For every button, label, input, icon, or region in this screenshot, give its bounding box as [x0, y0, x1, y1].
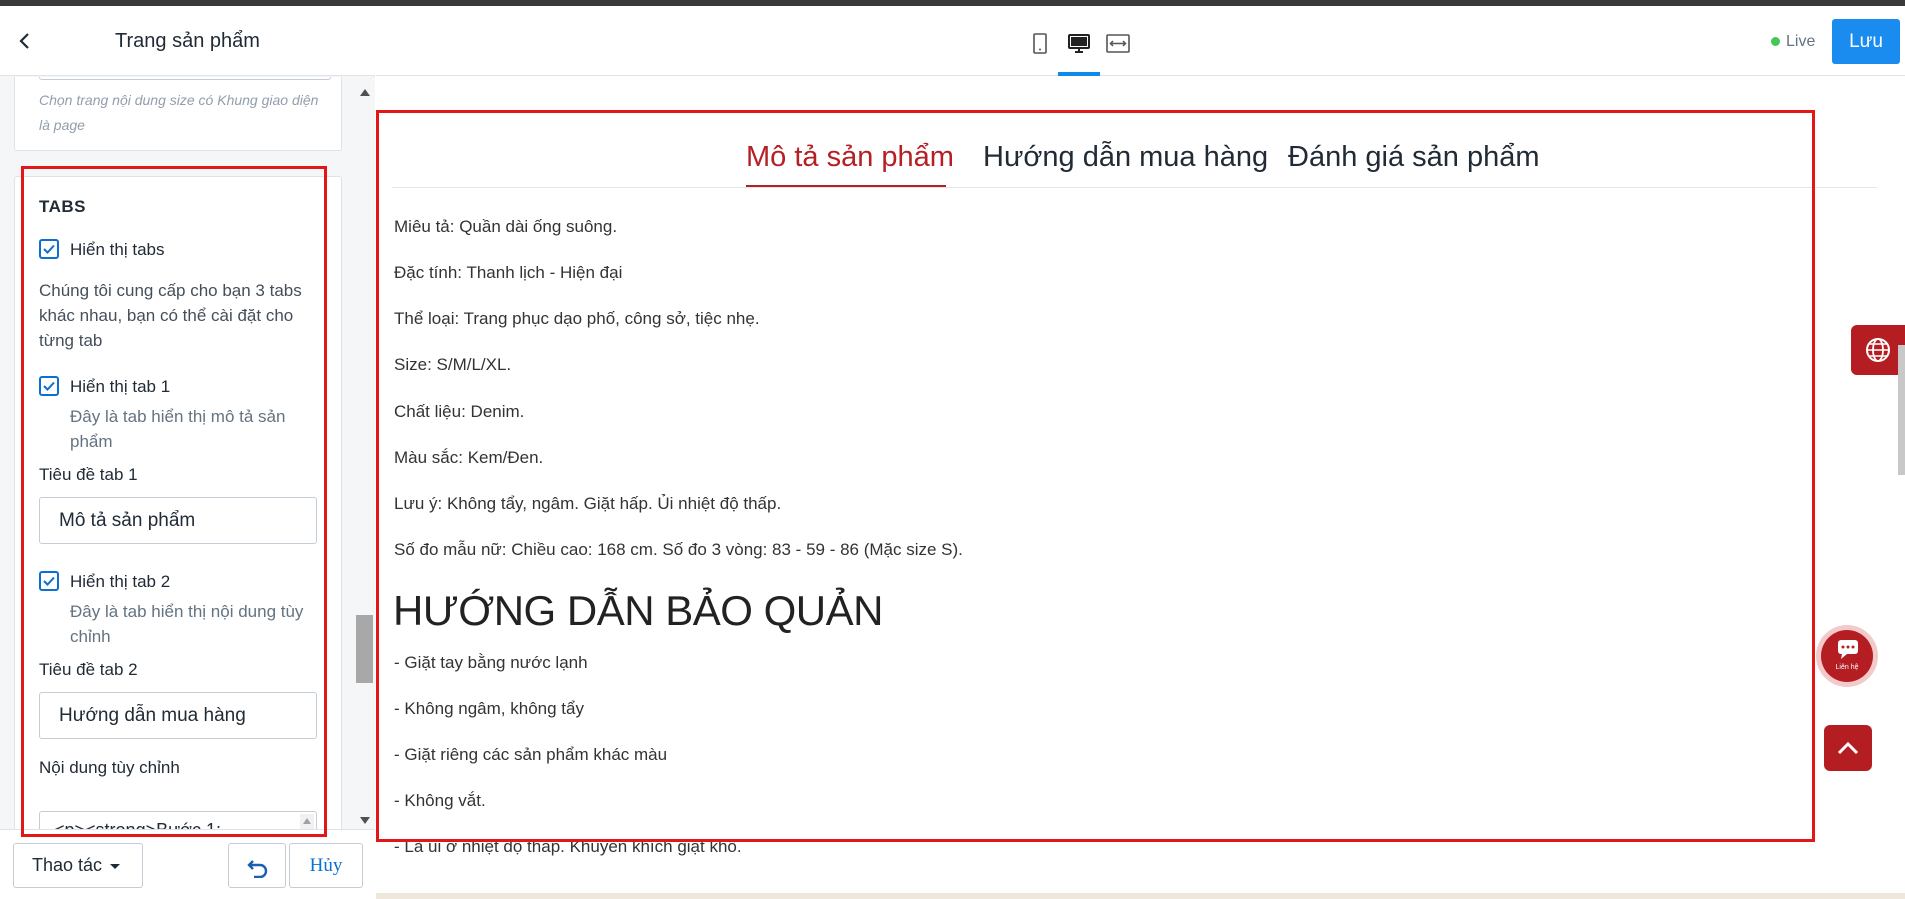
globe-icon: [1866, 338, 1890, 362]
show-tab1-checkbox[interactable]: [39, 376, 59, 396]
product-detail-line: Màu sắc: Kem/Đen.: [394, 448, 544, 467]
tab-purchase-guide[interactable]: Hướng dẫn mua hàng: [983, 141, 1268, 174]
settings-sidebar: Trang sản phẩm Chọn trang nội dung size …: [0, 6, 375, 899]
cancel-button[interactable]: Hủy: [289, 843, 363, 888]
care-item: - Là ủi ở nhiệt độ thấp. Khuyến khích gi…: [394, 837, 742, 856]
sidebar-footer: Thao tác Hủy: [0, 829, 375, 899]
checkmark-icon: [43, 381, 55, 391]
care-item: - Không vắt.: [394, 791, 486, 810]
care-instructions-heading: HƯỚNG DẪN BẢO QUẢN: [393, 587, 883, 634]
desktop-icon[interactable]: [1066, 32, 1092, 56]
tab-product-description[interactable]: Mô tả sản phẩm: [746, 141, 954, 174]
save-button[interactable]: Lưu: [1832, 19, 1900, 64]
scrollbar-thumb[interactable]: [356, 615, 373, 683]
scroll-up-arrow-icon[interactable]: [360, 89, 370, 96]
tab2-content-label: Nội dung tùy chỉnh: [39, 758, 180, 777]
contact-chat-label: Liên hệ: [1835, 664, 1859, 671]
tab2-content-textarea[interactable]: <p><strong>Bước 1:: [39, 811, 317, 829]
care-item: - Không ngâm, không tẩy: [394, 699, 584, 718]
product-detail-line: Số đo mẫu nữ: Chiều cao: 168 cm. Số đo 3…: [394, 540, 963, 559]
active-device-indicator: [1058, 72, 1100, 76]
language-button[interactable]: [1851, 325, 1905, 375]
checkmark-icon: [43, 244, 55, 254]
sidebar-scroll-area: Chọn trang nội dung size có Khung giao d…: [0, 77, 375, 829]
sidebar-scrollbar[interactable]: [354, 77, 375, 829]
actions-label: Thao tác: [32, 855, 103, 875]
tabs-description: Chúng tôi cung cấp cho bạn 3 tabs khác n…: [39, 281, 302, 350]
live-status-dot: [1771, 37, 1780, 46]
scroll-down-arrow-icon[interactable]: [360, 817, 370, 824]
live-status-label: Live: [1786, 33, 1816, 50]
preview-bottom-edge: [376, 893, 1905, 899]
sidebar-header: Trang sản phẩm: [0, 6, 375, 76]
caret-down-icon: [110, 864, 120, 869]
show-tab2-label: Hiển thị tab 2: [70, 572, 171, 591]
tab2-help-text: Đây là tab hiển thị nội dung tùy chỉnh: [70, 602, 304, 646]
product-detail-line: Size: S/M/L/XL.: [394, 355, 512, 374]
tab2-title-label: Tiêu đề tab 2: [39, 660, 138, 679]
undo-button[interactable]: [228, 843, 286, 888]
tab2-title-input[interactable]: Hướng dẫn mua hàng: [39, 692, 317, 739]
fullwidth-icon[interactable]: [1105, 32, 1131, 56]
chat-bubble-icon: [1838, 640, 1858, 659]
actions-dropdown-button[interactable]: Thao tác: [13, 843, 143, 888]
tabs-section-title: TABS: [39, 197, 87, 216]
size-page-select[interactable]: [39, 77, 331, 80]
product-detail-line: Thể loại: Trang phục dạo phố, công sở, t…: [394, 309, 760, 328]
product-detail-line: Chất liệu: Denim.: [394, 402, 525, 421]
preview-scrollbar[interactable]: [1898, 345, 1905, 475]
page-preview: Mô tả sản phẩm Hướng dẫn mua hàng Đánh g…: [376, 77, 1905, 899]
sidebar-title: Trang sản phẩm: [115, 30, 260, 52]
chevron-up-icon: [1837, 741, 1859, 755]
size-page-hint: Chọn trang nội dung size có Khung giao d…: [39, 92, 319, 133]
editor-topbar: Live Lưu: [376, 6, 1905, 76]
mobile-icon[interactable]: [1027, 32, 1053, 56]
product-detail-line: Miêu tả: Quần dài ống suông.: [394, 217, 618, 236]
show-tab1-label: Hiển thị tab 1: [70, 377, 171, 396]
tab1-title-label: Tiêu đề tab 1: [39, 465, 138, 484]
undo-icon: [247, 860, 268, 878]
tab-product-reviews[interactable]: Đánh giá sản phẩm: [1288, 141, 1540, 174]
show-tabs-checkbox[interactable]: [39, 239, 59, 259]
tabs-settings-card: TABS Hiển thị tabs Chúng tôi cung cấp ch…: [14, 176, 342, 829]
care-item: - Giặt riêng các sản phẩm khác màu: [394, 745, 668, 764]
tab2-content-value: <p><strong>Bước 1:: [54, 820, 221, 829]
tab1-help-text: Đây là tab hiển thị mô tả sản phẩm: [70, 407, 286, 451]
tab1-title-input[interactable]: Mô tả sản phẩm: [39, 497, 317, 544]
contact-chat-button[interactable]: Liên hệ: [1816, 625, 1878, 687]
textarea-scrollbar[interactable]: [300, 814, 314, 829]
care-item: - Giặt tay bằng nước lạnh: [394, 653, 588, 672]
checkmark-icon: [43, 576, 55, 586]
back-to-top-button[interactable]: [1824, 725, 1872, 771]
tabs-divider: [392, 187, 1877, 188]
product-detail-line: Đặc tính: Thanh lịch - Hiện đại: [394, 263, 623, 282]
product-detail-line: Lưu ý: Không tẩy, ngâm. Giặt hấp. Ủi nhi…: [394, 494, 782, 513]
size-page-card: Chọn trang nội dung size có Khung giao d…: [14, 77, 342, 151]
show-tab2-checkbox[interactable]: [39, 571, 59, 591]
show-tabs-label: Hiển thị tabs: [70, 240, 165, 259]
